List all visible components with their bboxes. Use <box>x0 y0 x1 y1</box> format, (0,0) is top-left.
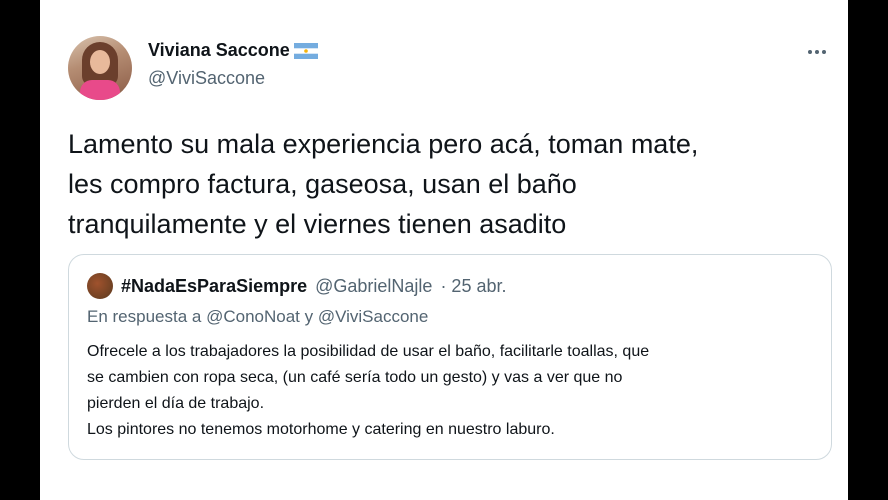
tweet-line: les compro factura, gaseosa, usan el bañ… <box>68 169 577 199</box>
quoted-line: Ofrecele a los trabajadores la posibilid… <box>87 343 650 360</box>
tweet-line: Lamento su mala experiencia pero acá, to… <box>68 129 699 159</box>
quoted-line: Los pintores no tenemos motorhome y cate… <box>87 421 555 438</box>
quoted-line: pierden el día de trabajo. <box>87 395 265 412</box>
author-avatar[interactable] <box>68 36 132 100</box>
quoted-tweet-text: Ofrecele a los trabajadores la posibilid… <box>87 339 807 443</box>
author-name[interactable]: Viviana Saccone <box>148 40 290 61</box>
reply-context: En respuesta a @ConoNoat y @ViviSaccone <box>87 307 429 326</box>
quoted-tweet-header: #NadaEsParaSiempre @GabrielNajle · 25 ab… <box>87 273 506 299</box>
more-options-icon[interactable] <box>808 46 832 58</box>
author-handle[interactable]: @ViviSaccone <box>148 68 265 89</box>
argentina-flag-icon <box>293 42 318 59</box>
quoted-tweet[interactable]: #NadaEsParaSiempre @GabrielNajle · 25 ab… <box>68 254 832 460</box>
quoted-author-avatar <box>87 273 113 299</box>
author-name-row: Viviana Saccone <box>148 40 318 61</box>
quoted-author-handle: @GabrielNajle <box>315 275 433 296</box>
quoted-tweet-date: · 25 abr. <box>440 275 507 296</box>
tweet-line: tranquilamente y el viernes tienen asadi… <box>68 209 567 239</box>
quoted-author-name: #NadaEsParaSiempre <box>121 275 308 296</box>
tweet-text: Lamento su mala experiencia pero acá, to… <box>68 124 820 244</box>
tweet-card: Viviana Saccone @ViviSaccone Lamento su … <box>40 0 848 500</box>
quoted-line: se cambien con ropa seca, (un café sería… <box>87 369 623 386</box>
